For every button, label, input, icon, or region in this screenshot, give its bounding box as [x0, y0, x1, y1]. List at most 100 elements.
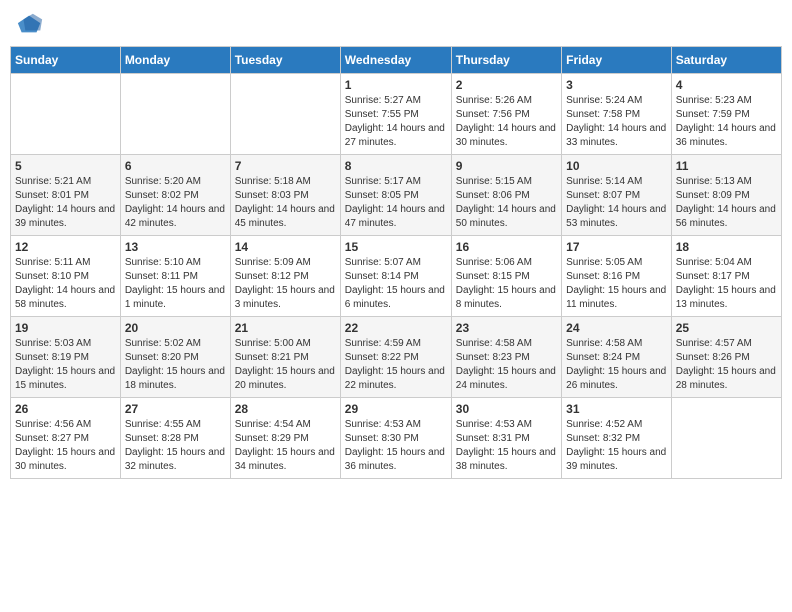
day-number: 8: [345, 159, 447, 173]
day-number: 28: [235, 402, 336, 416]
day-info: Sunrise: 5:04 AM Sunset: 8:17 PM Dayligh…: [676, 256, 777, 312]
day-number: 14: [235, 240, 336, 254]
calendar-cell: 27 Sunrise: 4:55 AM Sunset: 8:28 PM Dayli…: [120, 398, 230, 479]
calendar-cell: [671, 398, 781, 479]
calendar-cell: 26 Sunrise: 4:56 AM Sunset: 8:27 PM Dayli…: [11, 398, 121, 479]
day-info: Sunrise: 4:59 AM Sunset: 8:22 PM Dayligh…: [345, 337, 447, 393]
day-number: 25: [676, 321, 777, 335]
day-number: 10: [566, 159, 667, 173]
day-info: Sunrise: 5:05 AM Sunset: 8:16 PM Dayligh…: [566, 256, 667, 312]
day-number: 1: [345, 78, 447, 92]
calendar-cell: 19 Sunrise: 5:03 AM Sunset: 8:19 PM Dayli…: [11, 317, 121, 398]
day-of-week-header: Sunday: [11, 47, 121, 74]
day-info: Sunrise: 4:53 AM Sunset: 8:31 PM Dayligh…: [456, 418, 557, 474]
calendar-cell: 30 Sunrise: 4:53 AM Sunset: 8:31 PM Dayli…: [451, 398, 561, 479]
calendar-header-row: SundayMondayTuesdayWednesdayThursdayFrid…: [11, 47, 782, 74]
day-number: 15: [345, 240, 447, 254]
calendar-cell: 8Sunrise: 5:17 AM Sunset: 8:05 PM Daylig…: [340, 155, 451, 236]
day-number: 23: [456, 321, 557, 335]
calendar-table: SundayMondayTuesdayWednesdayThursdayFrid…: [10, 46, 782, 479]
day-of-week-header: Saturday: [671, 47, 781, 74]
day-info: Sunrise: 5:10 AM Sunset: 8:11 PM Dayligh…: [125, 256, 226, 312]
day-number: 29: [345, 402, 447, 416]
day-info: Sunrise: 4:55 AM Sunset: 8:28 PM Dayligh…: [125, 418, 226, 474]
day-number: 20: [125, 321, 226, 335]
calendar-cell: 6 Sunrise: 5:20 AM Sunset: 8:02 PM Daylig…: [120, 155, 230, 236]
calendar-cell: [11, 74, 121, 155]
day-info: Sunrise: 5:23 AM Sunset: 7:59 PM Dayligh…: [676, 94, 777, 150]
day-info: Sunrise: 5:13 AM Sunset: 8:09 PM Dayligh…: [676, 175, 777, 231]
day-number: 11: [676, 159, 777, 173]
day-info: Sunrise: 4:58 AM Sunset: 8:23 PM Dayligh…: [456, 337, 557, 393]
day-number: 3: [566, 78, 667, 92]
calendar-cell: [230, 74, 340, 155]
calendar-cell: 2Sunrise: 5:26 AM Sunset: 7:56 PM Daylig…: [451, 74, 561, 155]
day-number: 19: [15, 321, 116, 335]
day-info: Sunrise: 5:11 AM Sunset: 8:10 PM Dayligh…: [15, 256, 116, 312]
day-number: 26: [15, 402, 116, 416]
day-info: Sunrise: 4:54 AM Sunset: 8:29 PM Dayligh…: [235, 418, 336, 474]
calendar-cell: 3 Sunrise: 5:24 AM Sunset: 7:58 PM Daylig…: [562, 74, 672, 155]
day-number: 18: [676, 240, 777, 254]
calendar-cell: 11 Sunrise: 5:13 AM Sunset: 8:09 PM Dayli…: [671, 155, 781, 236]
calendar-cell: 4 Sunrise: 5:23 AM Sunset: 7:59 PM Daylig…: [671, 74, 781, 155]
day-number: 30: [456, 402, 557, 416]
calendar-cell: 1 Sunrise: 5:27 AM Sunset: 7:55 PM Daylig…: [340, 74, 451, 155]
day-of-week-header: Monday: [120, 47, 230, 74]
calendar-cell: 12 Sunrise: 5:11 AM Sunset: 8:10 PM Dayli…: [11, 236, 121, 317]
calendar-cell: 5Sunrise: 5:21 AM Sunset: 8:01 PM Daylig…: [11, 155, 121, 236]
day-number: 13: [125, 240, 226, 254]
calendar-cell: [120, 74, 230, 155]
calendar-week-row: 12 Sunrise: 5:11 AM Sunset: 8:10 PM Dayli…: [11, 236, 782, 317]
calendar-cell: 24 Sunrise: 4:58 AM Sunset: 8:24 PM Dayli…: [562, 317, 672, 398]
day-number: 4: [676, 78, 777, 92]
calendar-cell: 21Sunrise: 5:00 AM Sunset: 8:21 PM Dayli…: [230, 317, 340, 398]
day-info: Sunrise: 5:18 AM Sunset: 8:03 PM Dayligh…: [235, 175, 336, 231]
calendar-week-row: 1 Sunrise: 5:27 AM Sunset: 7:55 PM Daylig…: [11, 74, 782, 155]
calendar-cell: 22 Sunrise: 4:59 AM Sunset: 8:22 PM Dayli…: [340, 317, 451, 398]
day-info: Sunrise: 5:15 AM Sunset: 8:06 PM Dayligh…: [456, 175, 557, 231]
day-number: 6: [125, 159, 226, 173]
day-info: Sunrise: 5:06 AM Sunset: 8:15 PM Dayligh…: [456, 256, 557, 312]
day-of-week-header: Friday: [562, 47, 672, 74]
day-number: 16: [456, 240, 557, 254]
day-info: Sunrise: 5:24 AM Sunset: 7:58 PM Dayligh…: [566, 94, 667, 150]
day-info: Sunrise: 4:52 AM Sunset: 8:32 PM Dayligh…: [566, 418, 667, 474]
day-number: 31: [566, 402, 667, 416]
day-info: Sunrise: 5:07 AM Sunset: 8:14 PM Dayligh…: [345, 256, 447, 312]
calendar-cell: 31 Sunrise: 4:52 AM Sunset: 8:32 PM Dayli…: [562, 398, 672, 479]
day-number: 27: [125, 402, 226, 416]
day-number: 12: [15, 240, 116, 254]
day-info: Sunrise: 5:09 AM Sunset: 8:12 PM Dayligh…: [235, 256, 336, 312]
calendar-cell: 28 Sunrise: 4:54 AM Sunset: 8:29 PM Dayli…: [230, 398, 340, 479]
calendar-cell: 18 Sunrise: 5:04 AM Sunset: 8:17 PM Dayli…: [671, 236, 781, 317]
calendar-cell: 13 Sunrise: 5:10 AM Sunset: 8:11 PM Dayli…: [120, 236, 230, 317]
calendar-cell: 9 Sunrise: 5:15 AM Sunset: 8:06 PM Daylig…: [451, 155, 561, 236]
page-header: [10, 10, 782, 38]
day-number: 9: [456, 159, 557, 173]
calendar-cell: 20 Sunrise: 5:02 AM Sunset: 8:20 PM Dayli…: [120, 317, 230, 398]
day-of-week-header: Thursday: [451, 47, 561, 74]
day-number: 5: [15, 159, 116, 173]
day-number: 21: [235, 321, 336, 335]
calendar-cell: 23 Sunrise: 4:58 AM Sunset: 8:23 PM Dayli…: [451, 317, 561, 398]
day-number: 17: [566, 240, 667, 254]
day-info: Sunrise: 5:03 AM Sunset: 8:19 PM Dayligh…: [15, 337, 116, 393]
calendar-cell: 16 Sunrise: 5:06 AM Sunset: 8:15 PM Dayli…: [451, 236, 561, 317]
logo: [14, 10, 44, 38]
calendar-cell: 14 Sunrise: 5:09 AM Sunset: 8:12 PM Dayli…: [230, 236, 340, 317]
calendar-cell: 7 Sunrise: 5:18 AM Sunset: 8:03 PM Daylig…: [230, 155, 340, 236]
logo-icon: [16, 10, 44, 38]
day-info: Sunrise: 5:27 AM Sunset: 7:55 PM Dayligh…: [345, 94, 447, 150]
day-info: Sunrise: 5:26 AM Sunset: 7:56 PM Dayligh…: [456, 94, 557, 150]
day-number: 24: [566, 321, 667, 335]
day-info: Sunrise: 5:02 AM Sunset: 8:20 PM Dayligh…: [125, 337, 226, 393]
day-info: Sunrise: 5:20 AM Sunset: 8:02 PM Dayligh…: [125, 175, 226, 231]
calendar-cell: 29Sunrise: 4:53 AM Sunset: 8:30 PM Dayli…: [340, 398, 451, 479]
calendar-week-row: 26 Sunrise: 4:56 AM Sunset: 8:27 PM Dayli…: [11, 398, 782, 479]
day-number: 7: [235, 159, 336, 173]
day-info: Sunrise: 4:58 AM Sunset: 8:24 PM Dayligh…: [566, 337, 667, 393]
day-info: Sunrise: 4:56 AM Sunset: 8:27 PM Dayligh…: [15, 418, 116, 474]
day-number: 22: [345, 321, 447, 335]
calendar-cell: 17 Sunrise: 5:05 AM Sunset: 8:16 PM Dayli…: [562, 236, 672, 317]
